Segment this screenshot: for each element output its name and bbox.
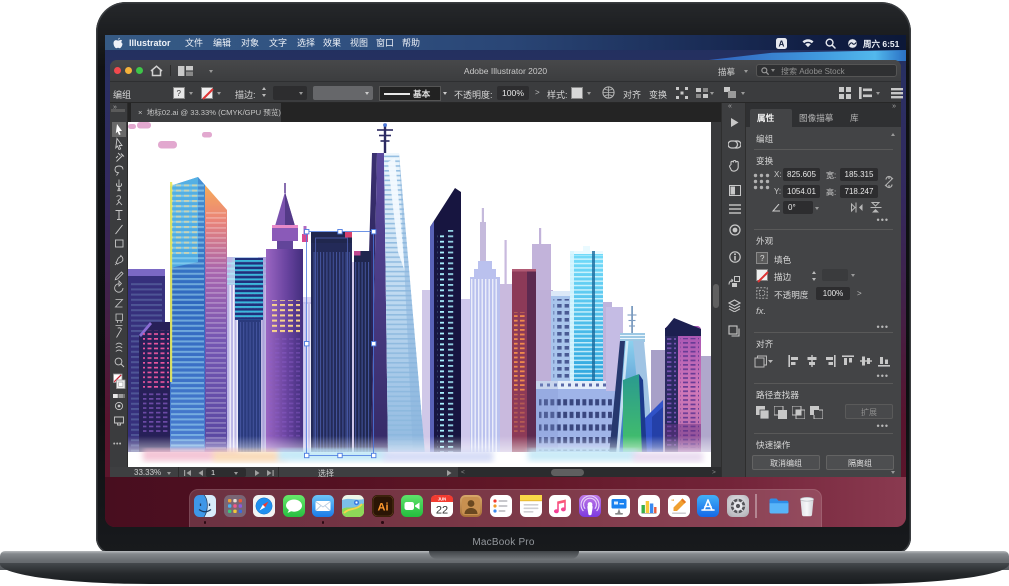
svg-text:22: 22 (436, 505, 448, 517)
svg-text:A: A (779, 39, 785, 48)
svg-text:JUN: JUN (438, 497, 446, 502)
svg-text:Ai: Ai (377, 502, 388, 514)
svg-text:“: “ (671, 500, 674, 506)
